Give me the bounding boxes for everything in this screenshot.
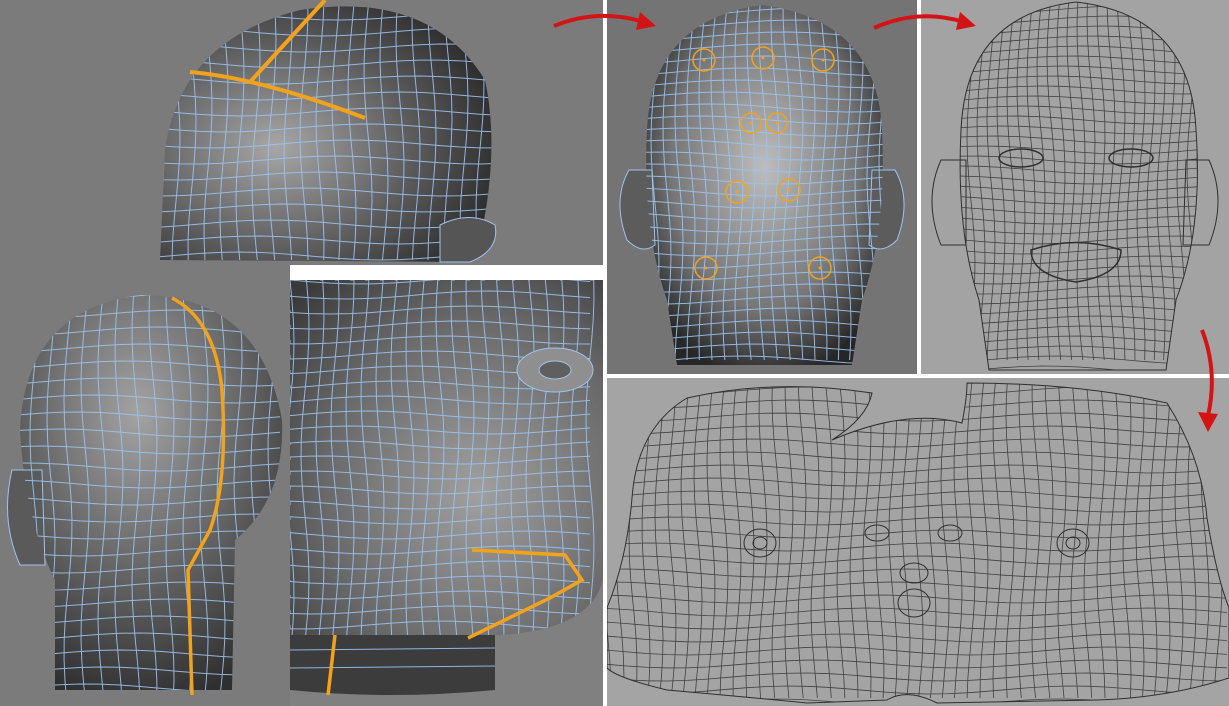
- head-front-wireframe: [931, 1, 1219, 371]
- head-front-mesh: [619, 5, 905, 365]
- process-arrow-icon: [1198, 329, 1218, 432]
- head-wireframe-viewport: [921, 0, 1229, 374]
- head-underside-viewport: [290, 280, 603, 706]
- viewport-background: [0, 265, 290, 280]
- process-arrow-icon: [553, 12, 656, 30]
- head-back-viewport: [0, 280, 290, 706]
- head-back-mesh: [7, 295, 283, 696]
- uv-layout-viewport: [607, 378, 1229, 706]
- uv-unwrap-mesh: [607, 382, 1229, 704]
- head-top-viewport: [0, 0, 603, 265]
- head-underside-mesh: [290, 280, 603, 696]
- process-arrow-icon: [873, 12, 976, 30]
- head-front-viewport: [607, 0, 917, 374]
- head-top-mesh: [160, 0, 497, 263]
